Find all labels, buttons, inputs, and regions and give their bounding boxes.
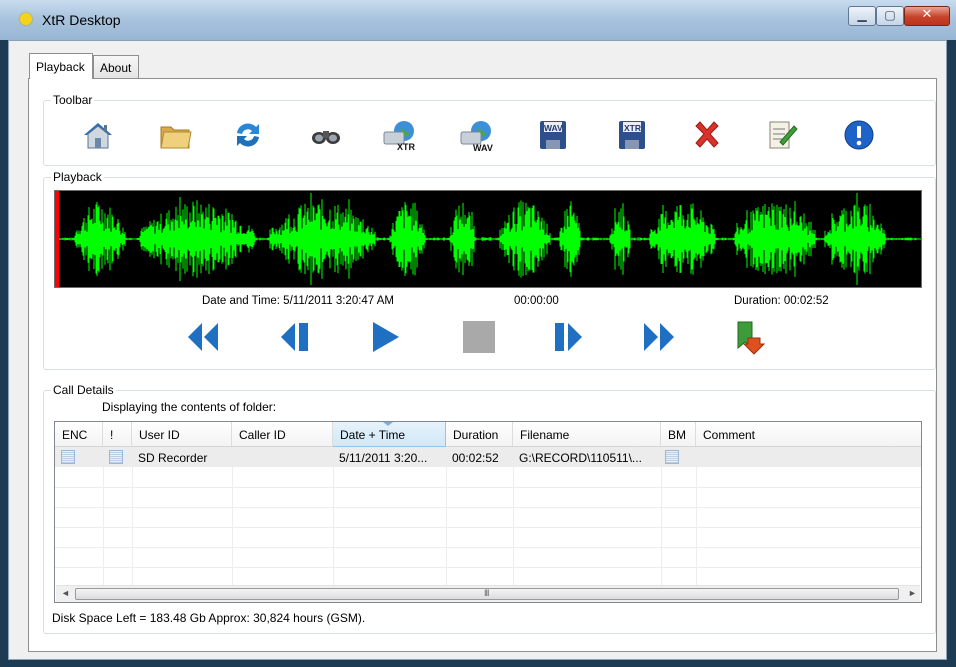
table-row[interactable]: SD Recorder 5/11/2011 3:20... 00:02:52 G… <box>55 447 921 467</box>
sort-arrow-icon <box>383 422 393 426</box>
column-header-filename[interactable]: Filename <box>513 422 661 447</box>
home-icon[interactable] <box>80 117 116 153</box>
folder-caption: Displaying the contents of folder: <box>102 400 277 414</box>
client-area: Playback About Toolbar XTR WAV WAV XTR P… <box>8 40 947 660</box>
scroll-left-icon[interactable]: ◄ <box>61 588 70 598</box>
column-header-date-time[interactable]: Date + Time <box>333 422 446 447</box>
edit-notes-icon[interactable] <box>764 117 800 153</box>
alert-indicator <box>109 450 123 464</box>
wav-caption: WAV <box>473 143 493 153</box>
app-icon <box>20 13 32 25</box>
scrollbar-thumb[interactable]: III <box>75 588 899 600</box>
cell-caller-id <box>232 447 333 467</box>
maximize-icon: ▢ <box>884 8 896 22</box>
info-icon[interactable] <box>841 117 877 153</box>
column-header-bm[interactable]: BM <box>661 422 696 447</box>
minimize-button[interactable]: ▁ <box>848 6 876 26</box>
column-header-date-time-label: Date + Time <box>340 428 406 442</box>
tab-about[interactable]: About <box>93 55 139 79</box>
stop-button[interactable] <box>460 318 498 356</box>
play-button[interactable] <box>366 318 404 356</box>
playback-duration: Duration: 00:02:52 <box>734 295 829 307</box>
folder-icon[interactable] <box>157 117 193 153</box>
playback-date-time: Date and Time: 5/11/2011 3:20:47 AM <box>202 295 395 307</box>
close-icon: ✕ <box>921 7 933 22</box>
call-details-legend: Call Details <box>51 383 116 397</box>
window-title: XtR Desktop <box>42 12 121 28</box>
step-forward-button[interactable] <box>549 318 587 356</box>
column-header-comment[interactable]: Comment <box>696 422 921 447</box>
tab-playback[interactable]: Playback <box>29 53 93 79</box>
minimize-icon: ▁ <box>857 8 867 22</box>
column-header-duration[interactable]: Duration <box>446 422 513 447</box>
call-list-grid[interactable]: ENC ! User ID Caller ID Date + Time Dura… <box>54 421 922 603</box>
column-header-caller-id[interactable]: Caller ID <box>232 422 333 447</box>
title-bar[interactable]: XtR Desktop ▁ ▢ ✕ <box>0 0 956 40</box>
column-header-user-id[interactable]: User ID <box>132 422 232 447</box>
playback-legend: Playback <box>51 170 104 184</box>
cell-comment <box>696 447 921 467</box>
save-xtr-caption: XTR <box>624 123 641 133</box>
cell-user-id: SD Recorder <box>132 447 232 467</box>
step-back-button[interactable] <box>276 318 314 356</box>
cell-duration: 00:02:52 <box>446 447 513 467</box>
app-window: XtR Desktop ▁ ▢ ✕ Playback About Toolbar <box>0 0 956 667</box>
rewind-to-start-button[interactable] <box>184 318 222 356</box>
toolbar-legend: Toolbar <box>51 93 95 107</box>
bm-indicator <box>665 450 679 464</box>
playback-position: 00:00:00 <box>514 295 559 307</box>
fast-forward-button[interactable] <box>640 318 678 356</box>
playback-group: Playback Date and Time: 5/11/2011 3:20:4… <box>43 170 936 370</box>
enc-indicator <box>61 450 75 464</box>
waveform-display[interactable] <box>54 190 922 288</box>
scrollbar-grip: III <box>484 588 489 598</box>
toolbar-group: Toolbar XTR WAV WAV XTR <box>43 93 936 166</box>
refresh-icon[interactable] <box>230 117 266 153</box>
close-button[interactable]: ✕ <box>904 6 950 26</box>
waveform <box>55 191 921 287</box>
cell-date-time: 5/11/2011 3:20... <box>333 447 446 467</box>
horizontal-scrollbar[interactable]: ◄ III ► <box>56 585 920 602</box>
call-details-group: Call Details Displaying the contents of … <box>43 383 936 634</box>
save-wav-icon[interactable]: WAV <box>535 117 571 153</box>
bookmark-icon[interactable] <box>730 318 768 356</box>
playhead-cursor[interactable] <box>55 191 59 287</box>
column-header-alert[interactable]: ! <box>103 422 132 447</box>
playback-tab-panel: Toolbar XTR WAV WAV XTR Playback Date an… <box>28 78 937 652</box>
cell-filename: G:\RECORD\110511\... <box>513 447 661 467</box>
export-xtr-globe-icon[interactable]: XTR <box>381 117 417 153</box>
delete-icon[interactable] <box>689 117 725 153</box>
export-wav-globe-icon[interactable]: WAV <box>458 117 494 153</box>
column-header-enc[interactable]: ENC <box>55 422 103 447</box>
save-wav-caption: WAV <box>544 123 563 133</box>
binoculars-icon[interactable] <box>308 117 344 153</box>
xtr-caption: XTR <box>397 142 416 152</box>
maximize-button[interactable]: ▢ <box>876 6 904 26</box>
scroll-right-icon[interactable]: ► <box>908 588 917 598</box>
disk-space-status: Disk Space Left = 183.48 Gb Approx: 30,8… <box>52 611 366 625</box>
save-xtr-icon[interactable]: XTR <box>614 117 650 153</box>
